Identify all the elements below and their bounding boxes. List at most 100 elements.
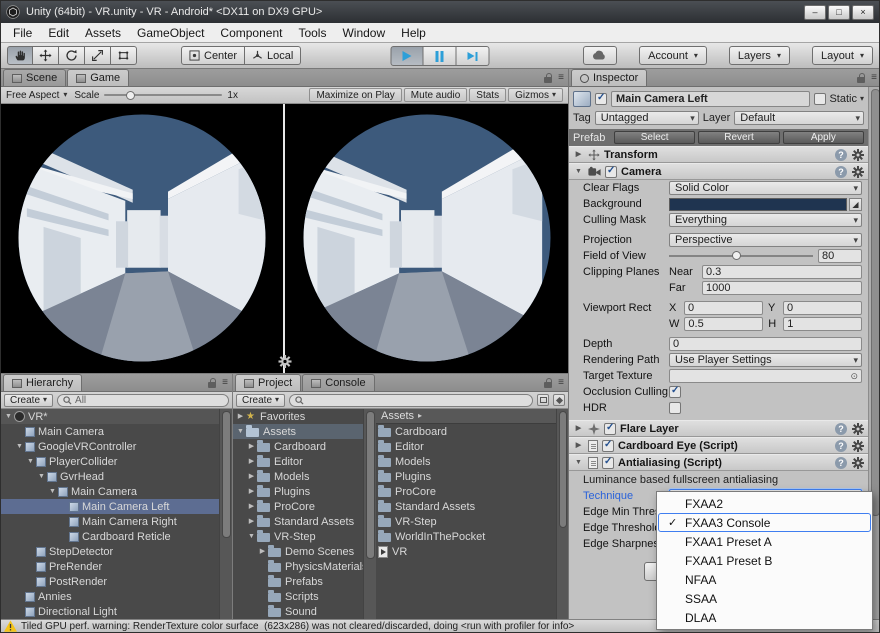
mute-audio-button[interactable]: Mute audio: [403, 88, 468, 102]
panel-menu-icon[interactable]: ≡: [871, 73, 877, 83]
static-toggle[interactable]: Static ▾: [814, 93, 864, 105]
foldout-icon[interactable]: [573, 151, 584, 158]
foldout-icon[interactable]: [573, 168, 584, 175]
hierarchy-item-selected[interactable]: Main Camera Left: [1, 499, 219, 514]
project-search-input[interactable]: [289, 393, 533, 407]
rotate-tool-button[interactable]: [59, 46, 85, 65]
project-tree-item[interactable]: Sound: [233, 604, 363, 619]
asset-item[interactable]: ProCore: [376, 484, 556, 499]
project-tree-item[interactable]: Editor: [233, 454, 363, 469]
search-by-label-icon[interactable]: [553, 394, 565, 406]
layers-dropdown[interactable]: Layers ▾: [728, 46, 790, 65]
dropdown-option-fxaa1-preset-b[interactable]: FXAA1 Preset B: [658, 551, 871, 570]
projection-dropdown[interactable]: Perspective: [669, 233, 862, 247]
viewport-h-field[interactable]: 1: [783, 317, 863, 331]
axis-local-button[interactable]: Local: [245, 46, 302, 65]
dropdown-option-fxaa2[interactable]: FXAA2: [658, 494, 871, 513]
foldout-icon[interactable]: [36, 473, 47, 480]
close-button[interactable]: ×: [852, 4, 874, 20]
component-header-camera[interactable]: Camera ?: [569, 163, 868, 180]
menu-window[interactable]: Window: [334, 23, 393, 42]
project-tree-item[interactable]: Standard Assets: [233, 514, 363, 529]
dropdown-option-fxaa1-preset-a[interactable]: FXAA1 Preset A: [658, 532, 871, 551]
camera-enabled-checkbox[interactable]: [605, 165, 617, 178]
depth-field[interactable]: 0: [669, 337, 862, 351]
assets-breadcrumb[interactable]: Assets ▸: [376, 409, 556, 424]
help-book-icon[interactable]: ?: [835, 165, 847, 178]
menu-gameobject[interactable]: GameObject: [129, 23, 212, 42]
scale-tool-button[interactable]: [85, 46, 111, 65]
tab-game[interactable]: Game: [67, 69, 130, 86]
asset-item[interactable]: Standard Assets: [376, 499, 556, 514]
help-book-icon[interactable]: ?: [835, 456, 847, 469]
menu-edit[interactable]: Edit: [40, 23, 77, 42]
foldout-icon[interactable]: [14, 443, 25, 450]
gear-icon[interactable]: [852, 148, 864, 161]
foldout-icon[interactable]: [235, 428, 246, 435]
hierarchy-item[interactable]: StepDetector: [1, 544, 219, 559]
scrollbar-thumb[interactable]: [870, 89, 879, 517]
hierarchy-search-input[interactable]: All: [57, 393, 229, 407]
maximize-button[interactable]: □: [828, 4, 850, 20]
menu-help[interactable]: Help: [393, 23, 434, 42]
foldout-icon[interactable]: [246, 488, 257, 495]
stats-button[interactable]: Stats: [469, 88, 507, 102]
component-header-transform[interactable]: Transform ?: [569, 146, 868, 163]
foldout-icon[interactable]: [47, 488, 58, 495]
cardboard-eye-enabled-checkbox[interactable]: [602, 439, 614, 452]
foldout-icon[interactable]: [246, 473, 257, 480]
viewport-w-field[interactable]: 0.5: [684, 317, 764, 331]
flare-enabled-checkbox[interactable]: [604, 422, 616, 435]
tab-scene[interactable]: Scene: [3, 69, 67, 86]
foldout-icon[interactable]: [246, 503, 257, 510]
dropdown-option-dlaa[interactable]: DLAA: [658, 608, 871, 627]
pivot-center-button[interactable]: Center: [181, 46, 246, 65]
hand-tool-button[interactable]: [7, 46, 33, 65]
step-button[interactable]: [456, 46, 490, 66]
asset-item[interactable]: WorldInThePocket: [376, 529, 556, 544]
assets-scrollbar[interactable]: [556, 409, 568, 621]
dropdown-option-fxaa3-console[interactable]: FXAA3 Console: [658, 513, 871, 532]
foldout-icon[interactable]: [246, 458, 257, 465]
foldout-icon[interactable]: [25, 458, 36, 465]
gear-icon[interactable]: [852, 439, 864, 452]
panel-menu-icon[interactable]: ≡: [222, 378, 228, 388]
component-header-antialiasing[interactable]: Antialiasing (Script) ?: [569, 454, 868, 471]
culling-mask-dropdown[interactable]: Everything: [669, 213, 862, 227]
object-picker-icon[interactable]: ⊙: [850, 371, 858, 382]
foldout-icon[interactable]: [3, 413, 14, 420]
hierarchy-scrollbar[interactable]: [219, 409, 232, 621]
hierarchy-create-button[interactable]: Create ▾: [4, 393, 54, 407]
project-tree-item[interactable]: ProCore: [233, 499, 363, 514]
lock-icon[interactable]: [857, 72, 866, 83]
maximize-on-play-button[interactable]: Maximize on Play: [309, 88, 402, 102]
component-header-cardboard-eye[interactable]: Cardboard Eye (Script) ?: [569, 437, 868, 454]
far-field[interactable]: 1000: [702, 281, 862, 295]
aspect-dropdown[interactable]: Free Aspect ▾: [6, 88, 67, 102]
hierarchy-item[interactable]: Directional Light: [1, 604, 219, 619]
component-header-flare-layer[interactable]: Flare Layer ?: [569, 420, 868, 437]
panel-menu-icon[interactable]: ≡: [558, 73, 564, 83]
foldout-icon[interactable]: [573, 425, 584, 432]
dropdown-option-ssaa[interactable]: SSAA: [658, 589, 871, 608]
foldout-icon[interactable]: [257, 548, 268, 555]
foldout-icon[interactable]: [246, 443, 257, 450]
foldout-icon[interactable]: [246, 533, 257, 540]
project-tree-item[interactable]: Cardboard: [233, 439, 363, 454]
lock-icon[interactable]: [544, 377, 553, 388]
menu-tools[interactable]: Tools: [290, 23, 334, 42]
project-tree-item[interactable]: Prefabs: [233, 574, 363, 589]
tab-project[interactable]: Project: [235, 374, 302, 391]
viewport-x-field[interactable]: 0: [684, 301, 763, 315]
prefab-revert-button[interactable]: Revert: [698, 131, 780, 144]
hierarchy-item[interactable]: Main Camera: [1, 424, 219, 439]
project-tree-item-selected[interactable]: Assets: [233, 424, 363, 439]
asset-item[interactable]: Editor: [376, 439, 556, 454]
rect-tool-button[interactable]: [111, 46, 137, 65]
cardboard-settings-gear-icon[interactable]: [278, 355, 291, 371]
hierarchy-item[interactable]: Main Camera Right: [1, 514, 219, 529]
help-book-icon[interactable]: ?: [835, 422, 847, 435]
tag-dropdown[interactable]: Untagged: [594, 111, 699, 125]
gear-icon[interactable]: [852, 456, 864, 469]
background-color-swatch[interactable]: [669, 197, 847, 211]
